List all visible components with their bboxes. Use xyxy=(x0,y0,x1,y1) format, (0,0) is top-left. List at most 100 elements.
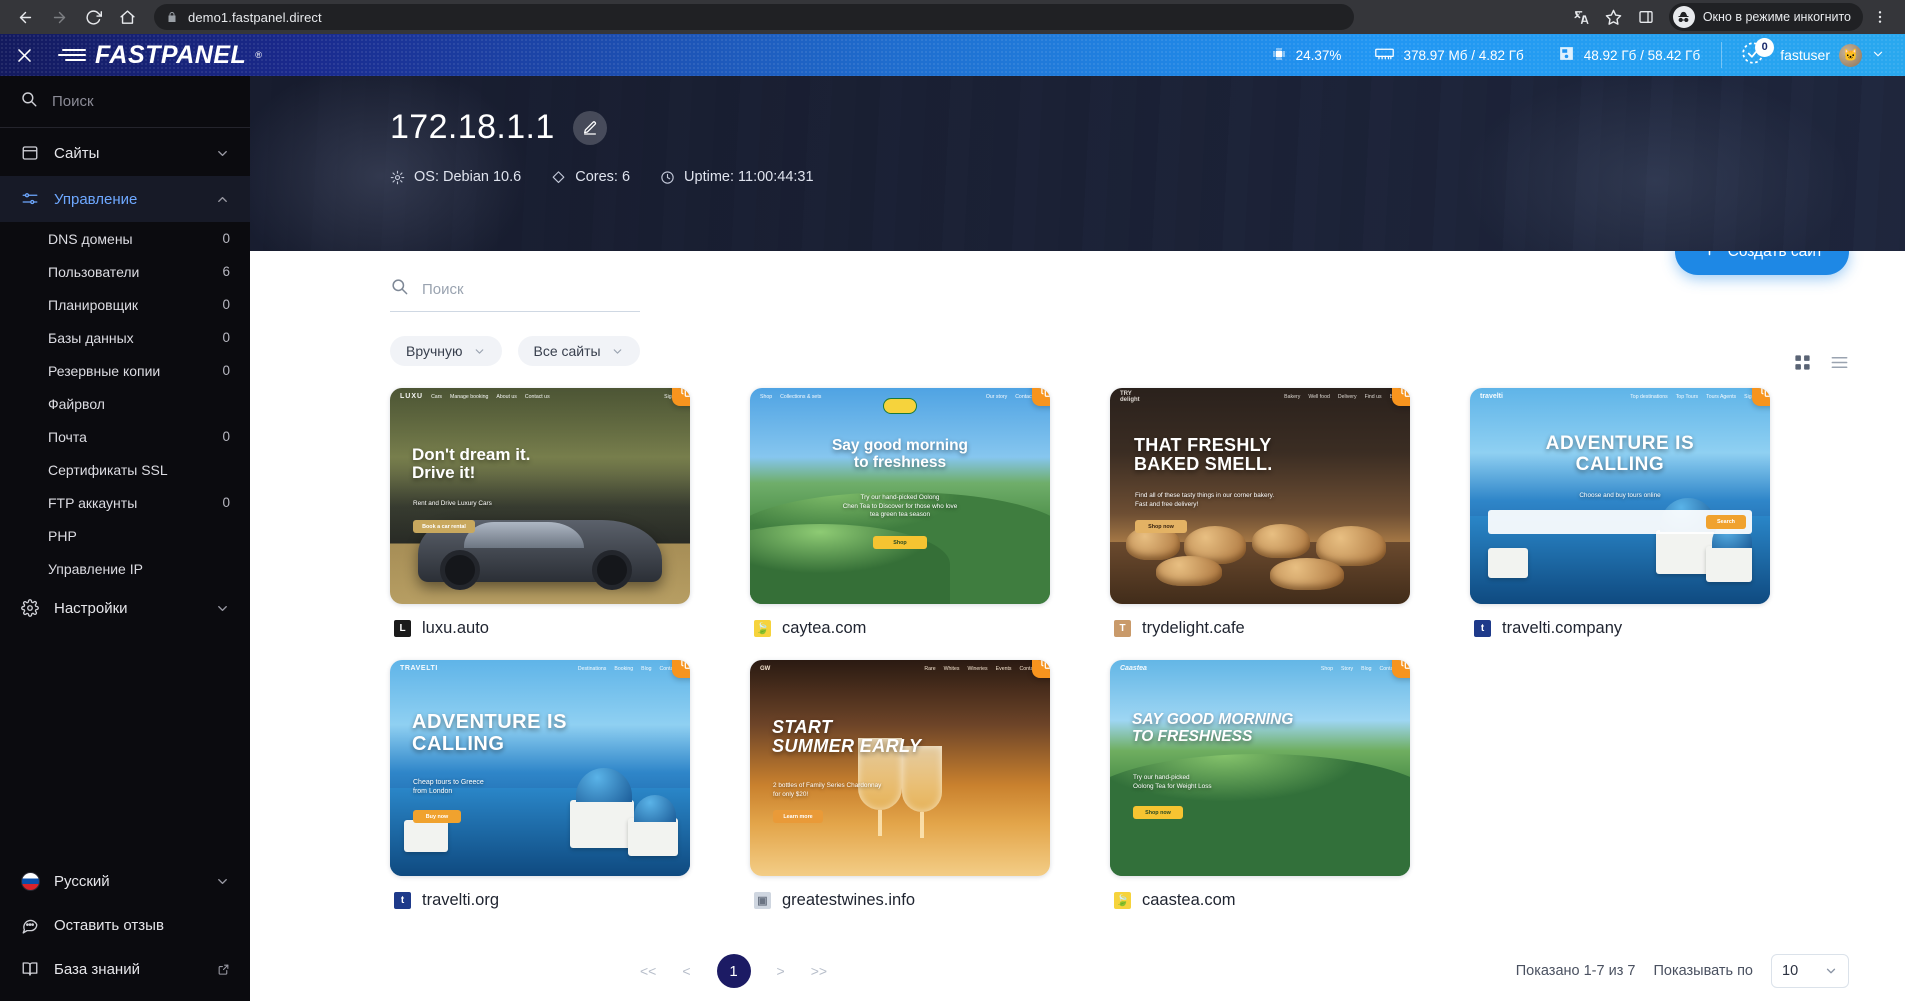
preview-subtext: 2 bottles of Family Series Chardonnay for… xyxy=(773,782,882,798)
favicon: L xyxy=(394,620,411,637)
pagination-last[interactable]: >> xyxy=(811,963,827,979)
star-icon[interactable] xyxy=(1599,2,1629,32)
sidebar-item-settings[interactable]: Настройки xyxy=(0,585,250,631)
fastpanel-app: FASTPANEL ® 24.37% 378.97 Мб / 4.82 Гб 4… xyxy=(0,34,1905,1001)
site-name[interactable]: travelti.org xyxy=(422,891,499,910)
sidebar-subitem-label: Файрвол xyxy=(48,395,105,412)
create-site-button[interactable]: Создать сайт xyxy=(1674,251,1849,275)
site-name[interactable]: caytea.com xyxy=(782,619,866,638)
sidebar-item-sites[interactable]: Сайты xyxy=(0,130,250,176)
reload-icon[interactable] xyxy=(78,2,108,32)
site-name[interactable]: travelti.company xyxy=(1502,619,1622,638)
site-thumbnail[interactable]: Caastea Shop Story Blog Contacts SAY GOO… xyxy=(1110,660,1410,876)
sidebar-subitem-scheduler[interactable]: Планировщик 0 xyxy=(0,288,250,321)
grid-view-icon[interactable] xyxy=(1793,353,1812,372)
preview-navbar: LUXU Cars Manage booking About us Contac… xyxy=(400,393,680,400)
pagination-current-page[interactable]: 1 xyxy=(716,954,751,988)
preview-headline: THAT FRESHLY BAKED SMELL. xyxy=(1134,435,1273,475)
edit-pencil-icon[interactable] xyxy=(572,110,607,145)
stat-ram[interactable]: 378.97 Мб / 4.82 Гб xyxy=(1358,47,1540,64)
preview-cta-button: Learn more xyxy=(773,810,823,823)
side-panel-icon[interactable] xyxy=(1631,2,1661,32)
meta-os-text: OS: Debian 10.6 xyxy=(414,169,522,185)
sidebar-subitem-backups[interactable]: Резервные копии 0 xyxy=(0,354,250,387)
page-title: 172.18.1.1 xyxy=(390,108,555,146)
sidebar-subitem-databases[interactable]: Базы данных 0 xyxy=(0,321,250,354)
preview-navbar: GW Rare Whites Wineries Events Contacts xyxy=(760,665,1040,672)
search-input[interactable]: Поиск xyxy=(390,277,640,312)
sidebar-item-management[interactable]: Управление xyxy=(0,176,250,222)
user-menu[interactable]: fastuser 🐱 xyxy=(1780,43,1899,67)
chevron-down-icon xyxy=(1824,964,1838,978)
sidebar-subitem-ip-management[interactable]: Управление IP xyxy=(0,552,250,585)
forward-arrow-icon[interactable] xyxy=(44,2,74,32)
site-name[interactable]: greatestwines.info xyxy=(782,891,915,910)
sidebar-item-feedback[interactable]: Оставить отзыв xyxy=(0,903,250,947)
incognito-label: Окно в режиме инкогнито xyxy=(1702,10,1851,24)
notifications-button[interactable]: 0 xyxy=(1726,37,1780,71)
list-view-icon[interactable] xyxy=(1830,353,1849,372)
copy-icon[interactable] xyxy=(1392,660,1410,678)
site-thumbnail[interactable]: LUXU Cars Manage booking About us Contac… xyxy=(390,388,690,604)
preview-subtext: Choose and buy tours online xyxy=(1579,492,1661,499)
sidebar-subitem-label: PHP xyxy=(48,527,77,544)
fastpanel-logo[interactable]: FASTPANEL ® xyxy=(56,41,262,70)
copy-icon[interactable] xyxy=(1392,388,1410,406)
site-thumbnail[interactable]: Shop Collections & sets Our story Contac… xyxy=(750,388,1050,604)
sidebar-item-knowledge-base[interactable]: База знаний xyxy=(0,947,250,991)
gear-icon xyxy=(390,170,405,185)
site-card: Caastea Shop Story Blog Contacts SAY GOO… xyxy=(1110,660,1410,910)
copy-icon[interactable] xyxy=(1032,660,1050,678)
sidebar-item-language[interactable]: Русский xyxy=(0,859,250,903)
close-icon[interactable] xyxy=(0,46,48,65)
sidebar-subitem-php[interactable]: PHP xyxy=(0,519,250,552)
sidebar-subitem-ftp[interactable]: FTP аккаунты 0 xyxy=(0,486,250,519)
pagination: << < 1 > >> xyxy=(500,954,827,988)
chevron-down-icon xyxy=(215,601,230,616)
site-name[interactable]: luxu.auto xyxy=(422,619,489,638)
copy-icon[interactable] xyxy=(1752,388,1770,406)
filter-all-sites-dropdown[interactable]: Все сайты xyxy=(517,336,640,366)
home-icon[interactable] xyxy=(112,2,142,32)
site-preview-art xyxy=(390,388,690,604)
sidebar-subitem-mail[interactable]: Почта 0 xyxy=(0,420,250,453)
sidebar-subitem-users[interactable]: Пользователи 6 xyxy=(0,255,250,288)
site-name[interactable]: trydelight.cafe xyxy=(1142,619,1245,638)
flag-ru-icon xyxy=(20,871,40,891)
sidebar-item-label: Оставить отзыв xyxy=(54,916,164,934)
filter-manual-dropdown[interactable]: Вручную xyxy=(390,336,502,366)
site-thumbnail[interactable]: travelti Top destinations Top Tours Tour… xyxy=(1470,388,1770,604)
chevron-down-icon xyxy=(215,146,230,161)
pagination-first[interactable]: << xyxy=(640,963,656,979)
server-meta: OS: Debian 10.6 Cores: 6 Uptime: 11:00:4… xyxy=(390,169,1905,185)
sidebar-subitem-firewall[interactable]: Файрвол xyxy=(0,387,250,420)
address-bar[interactable]: demo1.fastpanel.direct xyxy=(154,4,1354,30)
pagination-next[interactable]: > xyxy=(777,963,785,979)
sidebar-subitem-dns[interactable]: DNS домены 0 xyxy=(0,222,250,255)
translate-icon[interactable] xyxy=(1567,2,1597,32)
three-dots-menu-icon[interactable] xyxy=(1865,2,1895,32)
ram-icon xyxy=(1375,47,1395,64)
browser-actions: Окно в режиме инкогнито xyxy=(1567,2,1895,32)
site-thumbnail[interactable]: TRY delight Bakery Well food Delivery Fin… xyxy=(1110,388,1410,604)
per-page-select[interactable]: 10 xyxy=(1771,954,1849,988)
copy-icon[interactable] xyxy=(672,660,690,678)
copy-icon[interactable] xyxy=(1032,388,1050,406)
sidebar-item-label: Русский xyxy=(54,872,110,890)
site-name[interactable]: caastea.com xyxy=(1142,891,1236,910)
preview-cta-button: Shop xyxy=(873,536,927,549)
pagination-summary: Показано 1-7 из 7 Показывать по 10 xyxy=(1516,954,1905,988)
stat-cpu[interactable]: 24.37% xyxy=(1254,46,1359,65)
meta-cores-text: Cores: 6 xyxy=(575,169,631,185)
site-thumbnail[interactable]: GW Rare Whites Wineries Events Contacts … xyxy=(750,660,1050,876)
pagination-prev[interactable]: < xyxy=(682,963,690,979)
sidebar-subitem-ssl[interactable]: Сертификаты SSL xyxy=(0,453,250,486)
copy-icon[interactable] xyxy=(672,388,690,406)
sidebar-search[interactable]: Поиск xyxy=(0,76,250,128)
stat-disk[interactable]: 48.92 Гб / 58.42 Гб xyxy=(1541,45,1717,65)
incognito-indicator[interactable]: Окно в режиме инкогнито xyxy=(1668,3,1863,31)
shown-count-text: Показано 1-7 из 7 xyxy=(1515,963,1636,979)
site-thumbnail[interactable]: TRAVELTI Destinations Booking Blog Conta… xyxy=(390,660,690,876)
back-arrow-icon[interactable] xyxy=(10,2,40,32)
preview-subtext: Cheap tours to Greece from London xyxy=(413,779,484,796)
